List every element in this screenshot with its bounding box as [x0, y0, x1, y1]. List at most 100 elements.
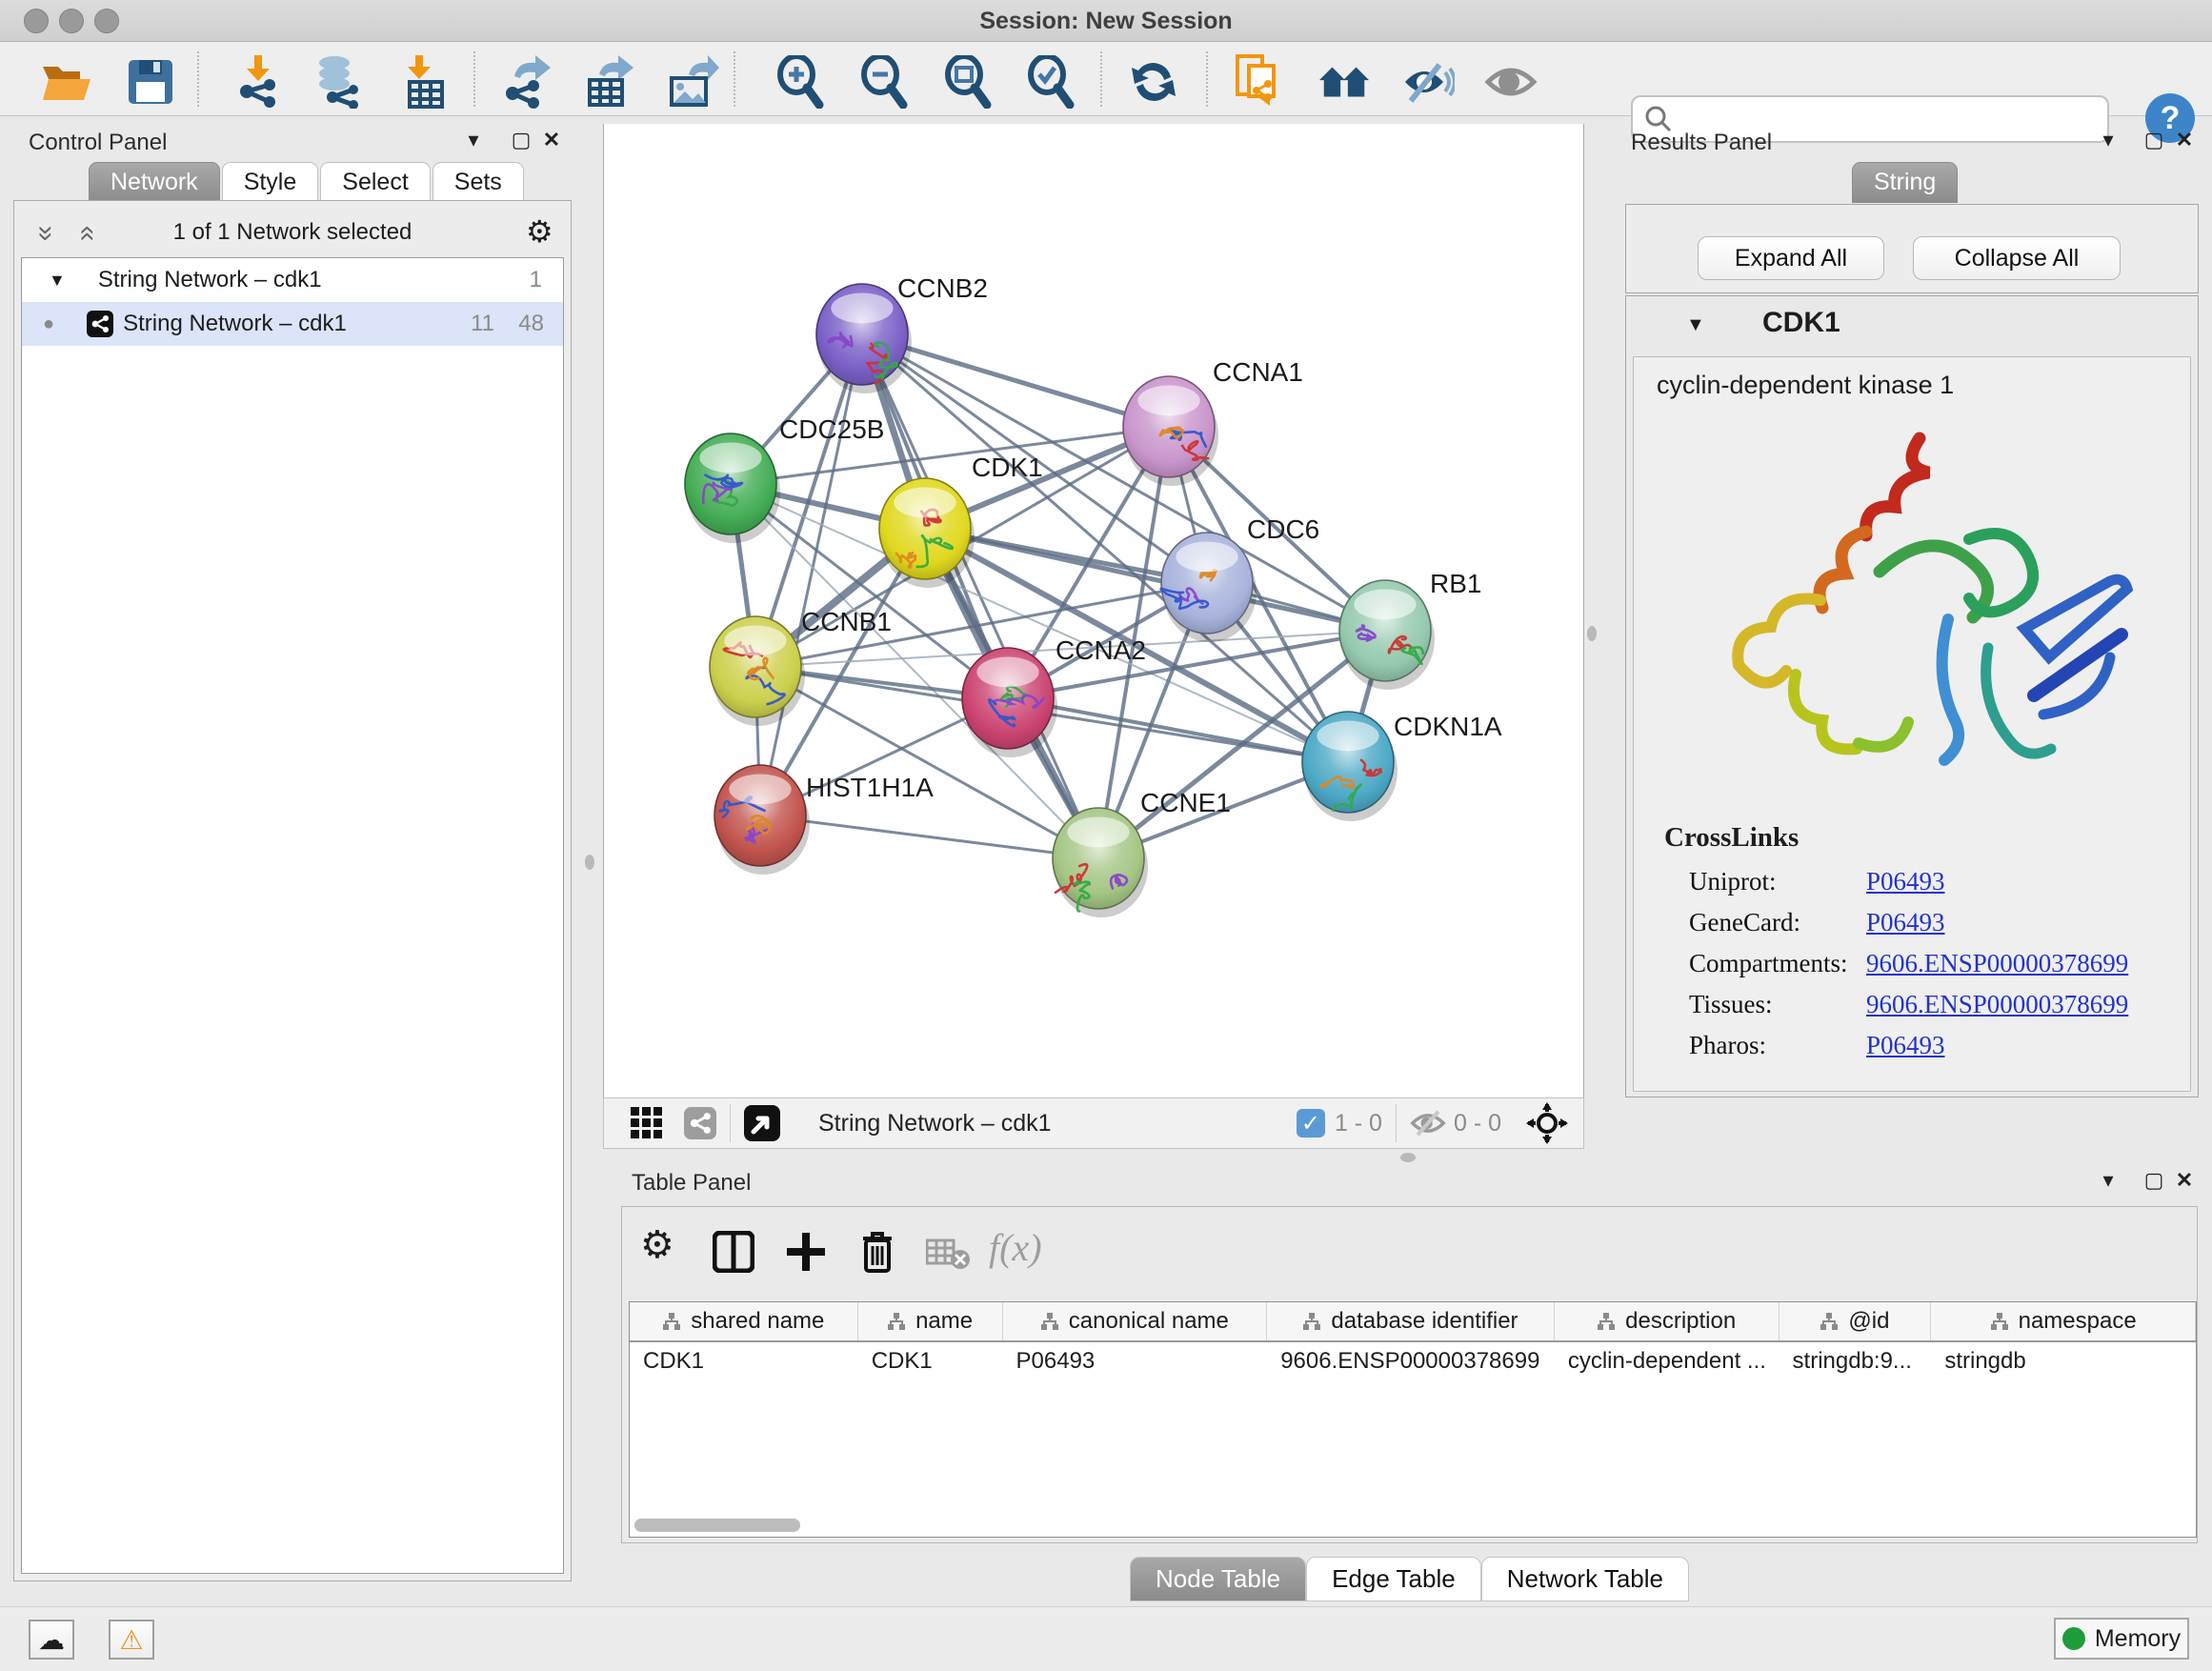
network-current-dot: ● — [43, 313, 54, 335]
open-session-icon[interactable] — [40, 55, 93, 109]
tab-node-table[interactable]: Node Table — [1130, 1557, 1306, 1601]
tab-network-table[interactable]: Network Table — [1481, 1557, 1689, 1601]
column-header-@id[interactable]: @id — [1780, 1302, 1932, 1340]
collapse-all-button[interactable]: Collapse All — [1913, 236, 2121, 280]
network-node-CDC6[interactable]: CDC6 — [1161, 514, 1320, 642]
table-panel-close-icon[interactable]: ✕ — [2168, 1168, 2201, 1193]
network-node-HIST1H1A[interactable]: HIST1H1A — [714, 765, 934, 875]
toolbar-separator — [473, 51, 475, 107]
zoom-in-icon[interactable] — [774, 55, 827, 109]
network-row[interactable]: ● String Network – cdk1 11 48 — [22, 302, 563, 346]
control-panel-tabs: NetworkStyleSelectSets — [89, 162, 526, 203]
add-column-icon[interactable] — [785, 1231, 827, 1278]
network-share-icon[interactable] — [684, 1107, 716, 1139]
cloud-status-button[interactable]: ☁ — [29, 1620, 74, 1660]
tab-select[interactable]: Select — [320, 162, 430, 203]
node-label-CCNE1: CCNE1 — [1140, 788, 1231, 817]
title-bar: Session: New Session — [0, 0, 2212, 42]
save-session-icon[interactable] — [124, 55, 177, 109]
refresh-layout-icon[interactable] — [1127, 55, 1180, 109]
column-header-namespace[interactable]: namespace — [1931, 1302, 2196, 1340]
network-collection-row[interactable]: ▼ String Network – cdk1 1 — [22, 258, 563, 302]
zoom-fit-icon[interactable] — [941, 55, 995, 109]
import-table-icon[interactable] — [396, 55, 450, 109]
crosslink-label: Tissues: — [1689, 990, 1866, 1019]
table-cell: stringdb:9... — [1780, 1342, 1932, 1380]
export-network-icon[interactable] — [500, 55, 553, 109]
network-node-CCNB1[interactable]: CCNB1 — [710, 607, 892, 726]
table-panel-float-icon[interactable]: ▢ — [2138, 1168, 2170, 1193]
column-header-shared-name[interactable]: shared name — [630, 1302, 858, 1340]
node-table[interactable]: shared namenamecanonical namedatabase id… — [629, 1301, 2197, 1538]
crosslink-link[interactable]: 9606.ENSP00000378699 — [1866, 949, 2128, 978]
crosslink-link[interactable]: P06493 — [1866, 908, 1945, 937]
column-header-description[interactable]: description — [1555, 1302, 1780, 1340]
hide-unhide-icon[interactable] — [1401, 55, 1455, 109]
collection-expander-icon[interactable]: ▼ — [49, 271, 66, 291]
column-header-name[interactable]: name — [858, 1302, 1003, 1340]
toolbar-separator — [197, 51, 199, 107]
tab-style[interactable]: Style — [222, 162, 319, 203]
birdseye-view-icon[interactable] — [744, 1105, 780, 1141]
selected-nodes-checkbox[interactable]: ✓ — [1297, 1109, 1325, 1137]
column-header-canonical-name[interactable]: canonical name — [1003, 1302, 1268, 1340]
network-view-canvas[interactable]: CCNB2CCNA1CDC25BCDK1CDC6RB1CCNB1CCNA2CDK… — [603, 124, 1584, 1097]
crosslink-link[interactable]: P06493 — [1866, 1031, 1945, 1060]
toolbar-separator — [734, 51, 735, 107]
table-horizontal-scrollbar[interactable] — [634, 1519, 800, 1532]
tab-string[interactable]: String — [1852, 162, 1958, 203]
network-icon — [87, 311, 113, 337]
column-header-database-identifier[interactable]: database identifier — [1267, 1302, 1555, 1340]
bottom-splitter-handle[interactable] — [1400, 1153, 1416, 1162]
results-panel-float-icon[interactable]: ▢ — [2138, 128, 2170, 152]
tab-edge-table[interactable]: Edge Table — [1306, 1557, 1481, 1601]
crosslink-label: Compartments: — [1689, 949, 1866, 978]
export-table-icon[interactable] — [583, 55, 636, 109]
fit-crosshair-icon[interactable] — [1526, 1102, 1568, 1144]
tab-sets[interactable]: Sets — [432, 162, 524, 203]
delete-column-trash-icon[interactable] — [857, 1229, 897, 1279]
gene-section-expander-icon[interactable]: ▼ — [1686, 314, 1705, 336]
node-label-CDK1: CDK1 — [972, 453, 1043, 482]
warnings-button[interactable]: ⚠ — [109, 1620, 154, 1660]
copy-network-icon[interactable] — [1233, 55, 1286, 109]
zoom-selected-icon[interactable] — [1024, 55, 1077, 109]
results-panel-close-icon[interactable]: ✕ — [2168, 128, 2201, 152]
memory-button[interactable]: Memory — [2054, 1618, 2189, 1660]
table-panel-menu-icon[interactable]: ▾ — [2092, 1168, 2124, 1193]
eye-icon[interactable] — [1484, 55, 1538, 109]
grid-view-icon[interactable] — [631, 1107, 663, 1139]
table-row[interactable]: CDK1CDK1P064939606.ENSP00000378699cyclin… — [630, 1342, 2196, 1380]
network-list-options-gear-icon[interactable]: ⚙ — [526, 213, 553, 250]
results-panel-menu-icon[interactable]: ▾ — [2092, 128, 2124, 152]
left-splitter-handle[interactable] — [585, 855, 594, 870]
toolbar-separator — [1100, 51, 1102, 107]
crosslink-link[interactable]: 9606.ENSP00000378699 — [1866, 990, 2128, 1019]
network-node-RB1[interactable]: RB1 — [1339, 569, 1481, 690]
zoom-out-icon[interactable] — [857, 55, 911, 109]
network-node-CCNE1[interactable]: CCNE1 — [1053, 788, 1231, 917]
table-settings-gear-icon[interactable]: ⚙ — [640, 1223, 674, 1267]
tab-network[interactable]: Network — [89, 162, 220, 203]
network-view-footer: String Network – cdk1 ✓ 1 - 0 0 - 0 — [603, 1097, 1584, 1149]
delete-table-icon[interactable] — [926, 1237, 970, 1276]
crosslink-link[interactable]: P06493 — [1866, 867, 1945, 896]
expand-all-button[interactable]: Expand All — [1698, 236, 1884, 280]
protein-structure-image — [1634, 410, 2167, 810]
status-bar — [0, 1606, 2212, 1671]
network-node-CCNB2[interactable]: CCNB2 — [816, 273, 988, 393]
search-input[interactable] — [1673, 106, 2082, 132]
import-network-from-database-icon[interactable] — [312, 55, 365, 109]
import-network-icon[interactable] — [231, 55, 285, 109]
control-panel-close-icon[interactable]: ✕ — [535, 128, 568, 152]
node-label-CCNB1: CCNB1 — [801, 607, 892, 636]
show-columns-icon[interactable] — [713, 1231, 754, 1278]
function-builder-icon[interactable]: f(x) — [989, 1225, 1042, 1270]
home-view-icon[interactable] — [1317, 55, 1371, 109]
network-node-CDC25B[interactable]: CDC25B — [685, 414, 884, 543]
control-panel-float-icon[interactable]: ▢ — [505, 128, 537, 152]
export-image-icon[interactable] — [666, 55, 719, 109]
network-node-CDKN1A[interactable]: CDKN1A — [1302, 712, 1502, 821]
control-panel-menu-icon[interactable]: ▾ — [457, 128, 490, 152]
right-splitter-handle[interactable] — [1587, 626, 1597, 641]
